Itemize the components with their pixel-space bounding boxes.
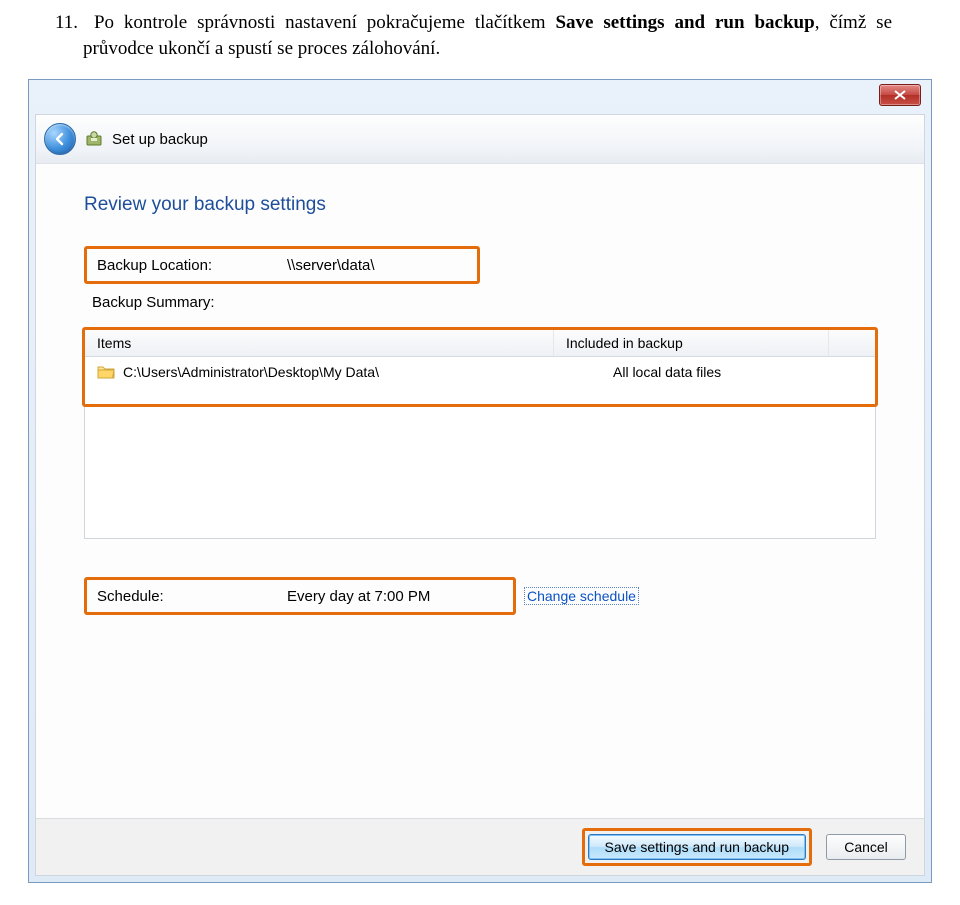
- cancel-button[interactable]: Cancel: [826, 834, 906, 860]
- instruction-text: 11. Po kontrole správnosti nastavení pok…: [83, 10, 892, 61]
- step-number: 11.: [55, 12, 84, 33]
- primary-highlight: Save settings and run backup: [582, 828, 812, 866]
- page-heading: Review your backup settings: [84, 194, 876, 216]
- wizard-icon: [84, 129, 104, 149]
- row-included: All local data files: [601, 359, 875, 385]
- table-row: C:\Users\Administrator\Desktop\My Data\ …: [85, 357, 875, 385]
- close-button[interactable]: [879, 84, 921, 106]
- wizard-dialog: Set up backup Review your backup setting…: [35, 114, 925, 876]
- schedule-value: Every day at 7:00 PM: [287, 588, 430, 605]
- location-label: Backup Location:: [97, 257, 287, 274]
- dialog-footer: Save settings and run backup Cancel: [36, 818, 924, 875]
- change-schedule-link[interactable]: Change schedule: [524, 587, 639, 605]
- backup-location-row: Backup Location: \\server\data\: [84, 246, 480, 284]
- summary-label: Backup Summary:: [92, 294, 876, 311]
- instruction-bold: Save settings and run backup: [555, 12, 814, 33]
- close-icon: [894, 90, 906, 100]
- wizard-title: Set up backup: [112, 131, 208, 148]
- row-path: C:\Users\Administrator\Desktop\My Data\: [123, 364, 379, 380]
- save-run-backup-button[interactable]: Save settings and run backup: [588, 834, 806, 860]
- window-frame: Set up backup Review your backup setting…: [28, 79, 932, 883]
- back-button[interactable]: [44, 123, 76, 155]
- column-included[interactable]: Included in backup: [553, 330, 828, 356]
- summary-table: Items Included in backup: [84, 329, 876, 539]
- arrow-left-icon: [53, 132, 67, 146]
- instruction-before: Po kontrole správnosti nastavení pokraču…: [94, 12, 555, 33]
- column-items[interactable]: Items: [85, 330, 553, 356]
- schedule-row: Schedule: Every day at 7:00 PM: [84, 577, 516, 615]
- location-value: \\server\data\: [287, 257, 375, 274]
- column-spacer: [828, 330, 875, 356]
- wizard-header: Set up backup: [36, 115, 924, 164]
- table-header-row: Items Included in backup: [85, 330, 875, 357]
- schedule-label: Schedule:: [97, 588, 287, 605]
- folder-icon: [97, 365, 115, 379]
